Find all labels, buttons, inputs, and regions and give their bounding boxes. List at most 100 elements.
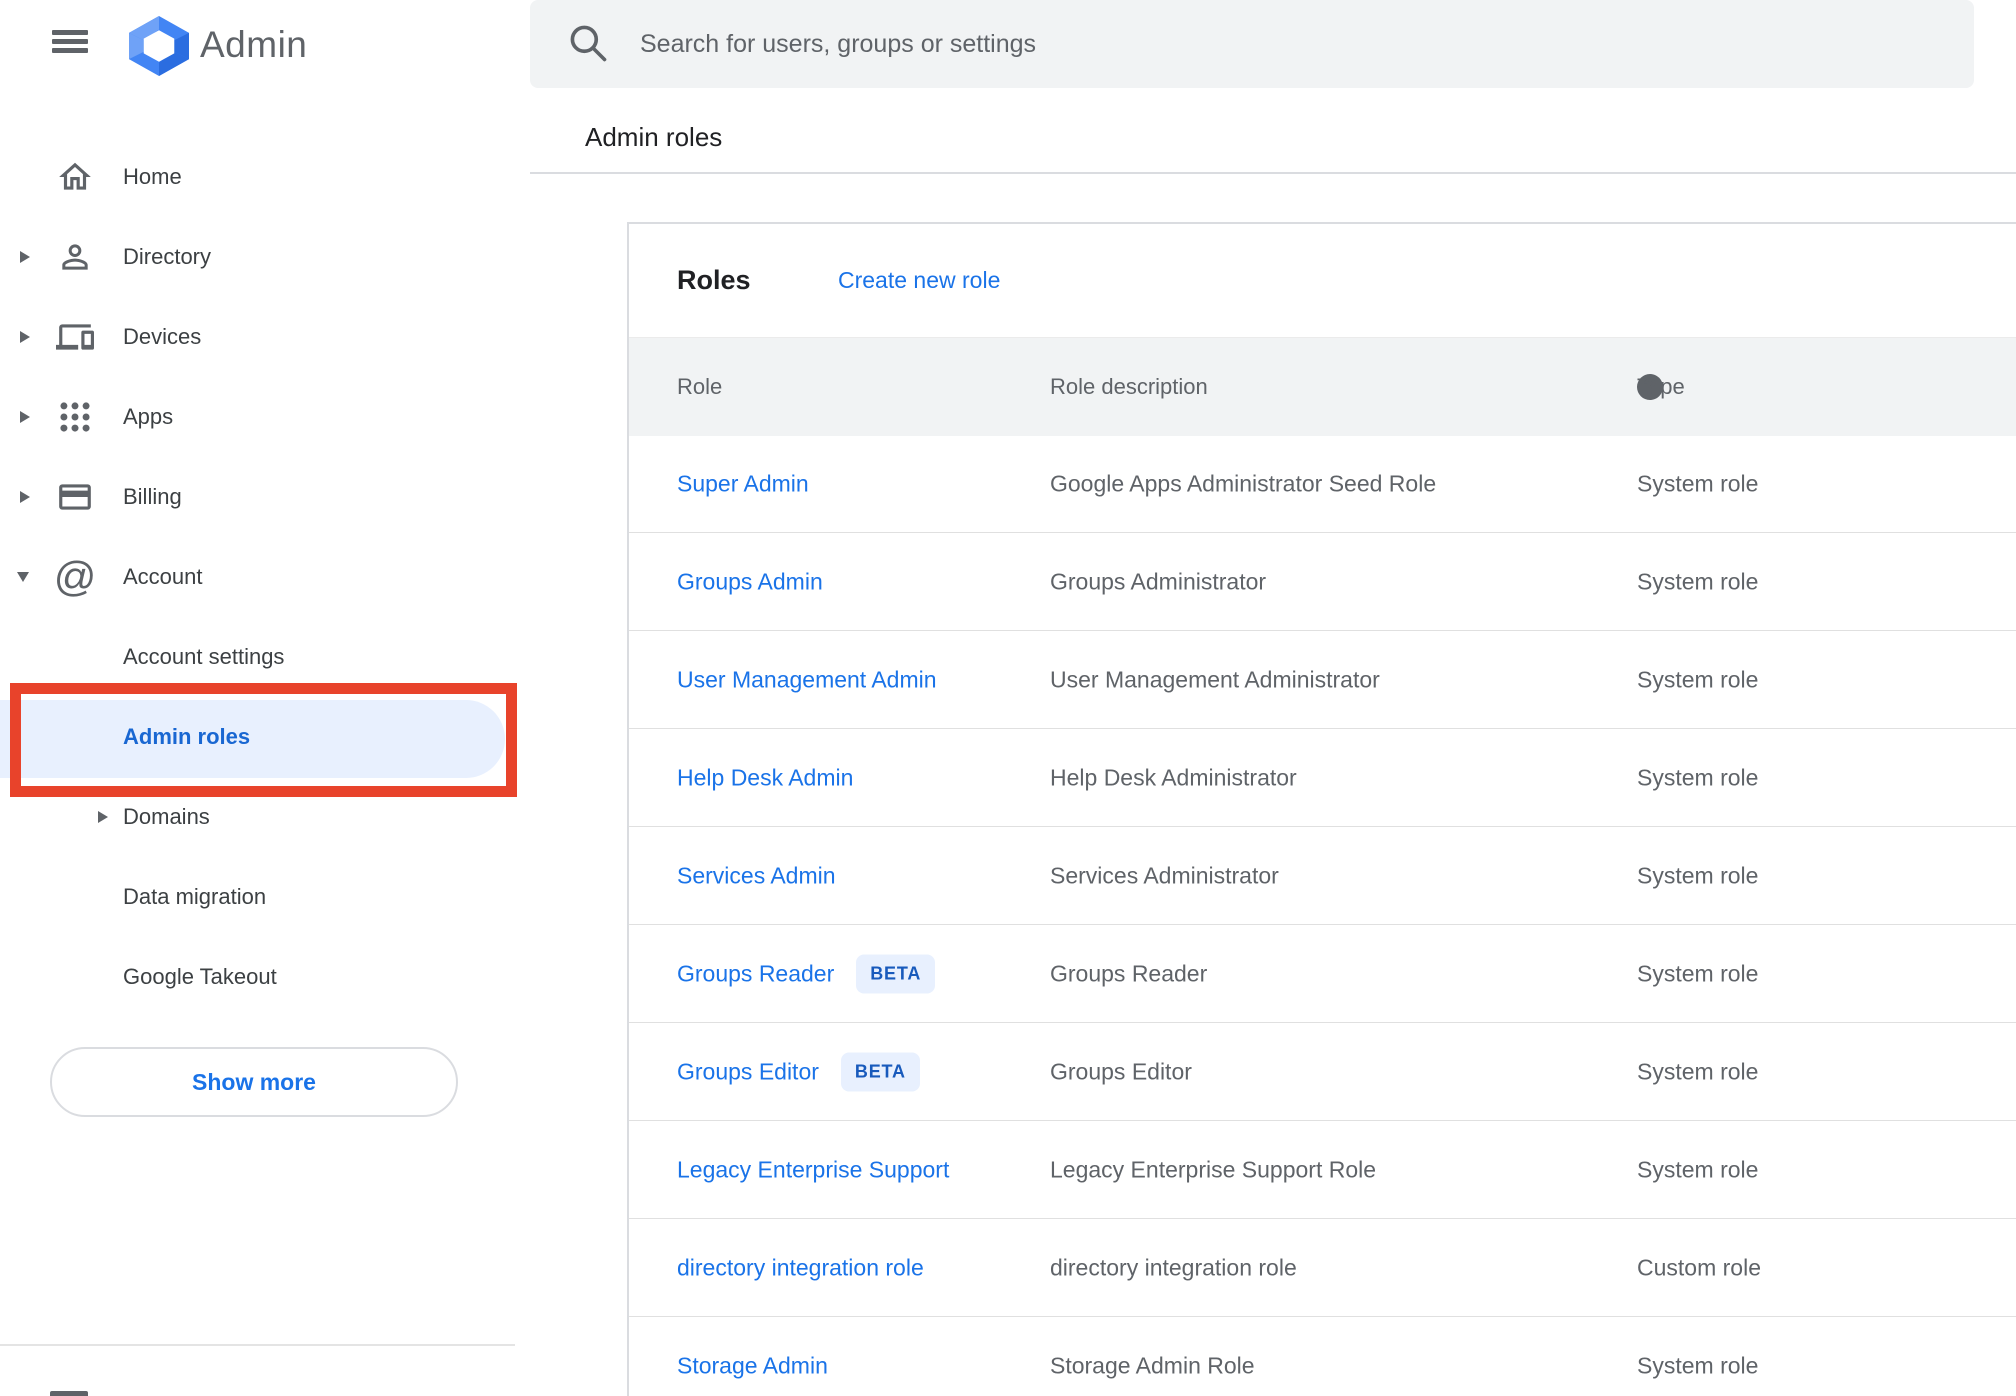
role-link[interactable]: Legacy Enterprise Support — [677, 1156, 949, 1183]
role-type: System role — [1637, 1352, 1759, 1378]
sidebar-item-label: Billing — [123, 484, 182, 509]
expand-arrow-icon[interactable] — [20, 251, 30, 263]
page-divider — [530, 172, 2016, 174]
role-description: Groups Reader — [1050, 960, 1208, 986]
expand-arrow-icon[interactable] — [20, 331, 30, 343]
search-input[interactable]: Search for users, groups or settings — [640, 0, 1036, 88]
sidebar-item-label: Account settings — [123, 644, 285, 669]
role-link[interactable]: User Management Admin — [677, 666, 937, 693]
sidebar-item-label: Admin roles — [123, 724, 251, 749]
role-cell: Help Desk Admin — [677, 764, 853, 791]
sidebar-divider — [0, 1344, 515, 1346]
table-row: User Management Admin User Management Adm… — [629, 631, 2016, 729]
app-title: Admin — [200, 24, 308, 65]
credit-card-icon — [55, 477, 95, 517]
role-description: Groups Editor — [1050, 1058, 1192, 1084]
roles-panel: Roles Create new role Role Role descript… — [627, 222, 2016, 1396]
role-type: System role — [1637, 568, 1759, 594]
role-description: Google Apps Administrator Seed Role — [1050, 470, 1437, 496]
role-description: Storage Admin Role — [1050, 1352, 1255, 1378]
sidebar-item-home[interactable]: Home — [0, 137, 530, 217]
role-type: System role — [1637, 862, 1759, 888]
role-link[interactable]: Help Desk Admin — [677, 764, 853, 791]
collapse-arrow-icon[interactable] — [17, 572, 29, 582]
role-link[interactable]: Groups Editor — [677, 1058, 819, 1085]
expand-arrow-icon[interactable] — [20, 411, 30, 423]
column-header-role: Role — [677, 374, 723, 399]
expand-arrow-icon[interactable] — [20, 491, 30, 503]
person-icon — [55, 237, 95, 277]
sidebar-item-devices[interactable]: Devices — [0, 297, 530, 377]
sidebar-item-account[interactable]: @ Account — [0, 537, 530, 617]
sidebar-item-label: Devices — [123, 324, 202, 349]
table-row: Groups Reader BETA Groups Reader System rol… — [629, 925, 2016, 1023]
sidebar-item-label: Domains — [123, 804, 210, 829]
sidebar-item-label: Home — [123, 164, 182, 189]
table-header-row: Role Role description Type ? — [629, 337, 2016, 436]
role-type: System role — [1637, 764, 1759, 790]
sidebar-item-label: Apps — [123, 404, 174, 429]
role-cell: directory integration role — [677, 1254, 924, 1281]
apps-grid-icon — [55, 397, 95, 437]
role-type: System role — [1637, 470, 1759, 496]
role-cell: Groups Admin — [677, 568, 823, 595]
table-row: Groups Admin Groups Administrator System r… — [629, 533, 2016, 631]
breadcrumb: Admin roles — [585, 122, 723, 152]
sidebar-item-label: Directory — [123, 244, 212, 269]
table-row: Storage Admin Storage Admin Role System ro… — [629, 1317, 2016, 1396]
admin-console-screen: Admin Home Directory Devices Apps Billin… — [0, 0, 2016, 1396]
show-more-button[interactable]: Show more — [50, 1047, 458, 1117]
table-row: Services Admin Services Administrator Syst… — [629, 827, 2016, 925]
role-link[interactable]: Services Admin — [677, 862, 836, 889]
table-row: Legacy Enterprise Support Legacy Enterpri… — [629, 1121, 2016, 1219]
sidebar-item-label: Google Takeout — [123, 964, 277, 989]
role-link[interactable]: Super Admin — [677, 470, 809, 497]
search-icon — [566, 21, 610, 70]
menu-icon[interactable] — [52, 30, 88, 54]
beta-badge: BETA — [840, 1052, 920, 1091]
search-bar[interactable]: Search for users, groups or settings — [530, 0, 1974, 88]
sidebar-item-directory[interactable]: Directory — [0, 217, 530, 297]
table-row: Groups Editor BETA Groups Editor System rol… — [629, 1023, 2016, 1121]
sidebar-item-data-migration[interactable]: Data migration — [0, 857, 530, 937]
role-cell: Legacy Enterprise Support — [677, 1156, 949, 1183]
role-link[interactable]: Groups Reader — [677, 960, 834, 987]
cutoff-icon — [50, 1391, 88, 1396]
role-description: Groups Administrator — [1050, 568, 1267, 594]
help-icon[interactable]: ? — [1637, 374, 1663, 400]
role-description: User Management Administrator — [1050, 666, 1380, 692]
panel-title: Roles — [677, 264, 751, 295]
at-sign-icon: @ — [53, 553, 97, 600]
sidebar-item-google-takeout[interactable]: Google Takeout — [0, 937, 530, 1017]
admin-logo-icon — [129, 16, 189, 81]
role-cell: User Management Admin — [677, 666, 937, 693]
role-type: System role — [1637, 960, 1759, 986]
role-type: System role — [1637, 666, 1759, 692]
role-description: Help Desk Administrator — [1050, 764, 1297, 790]
create-new-role-link[interactable]: Create new role — [838, 224, 1000, 336]
role-cell: Services Admin — [677, 862, 836, 889]
role-type: System role — [1637, 1058, 1759, 1084]
table-row: Super Admin Google Apps Administrator See… — [629, 435, 2016, 533]
role-link[interactable]: Groups Admin — [677, 568, 823, 595]
sidebar-item-label: Data migration — [123, 884, 267, 909]
devices-icon — [55, 317, 95, 357]
sidebar-item-domains[interactable]: Domains — [0, 777, 530, 857]
table-row: directory integration role directory inte… — [629, 1219, 2016, 1317]
sidebar-item-apps[interactable]: Apps — [0, 377, 530, 457]
expand-arrow-icon[interactable] — [98, 811, 108, 823]
role-cell: Groups Editor BETA — [677, 1052, 920, 1091]
role-description: directory integration role — [1050, 1254, 1297, 1280]
role-link[interactable]: directory integration role — [677, 1254, 924, 1281]
column-header-description: Role description — [1050, 374, 1208, 399]
sidebar-item-account-settings[interactable]: Account settings — [0, 617, 530, 697]
role-type: System role — [1637, 1156, 1759, 1182]
role-link[interactable]: Storage Admin — [677, 1352, 828, 1379]
sidebar-item-billing[interactable]: Billing — [0, 457, 530, 537]
role-cell: Groups Reader BETA — [677, 954, 936, 993]
table-row: Help Desk Admin Help Desk Administrator Sy… — [629, 729, 2016, 827]
beta-badge: BETA — [856, 954, 936, 993]
role-type: Custom role — [1637, 1254, 1761, 1280]
sidebar-item-admin-roles[interactable]: Admin roles — [0, 697, 530, 777]
role-cell: Storage Admin — [677, 1352, 828, 1379]
